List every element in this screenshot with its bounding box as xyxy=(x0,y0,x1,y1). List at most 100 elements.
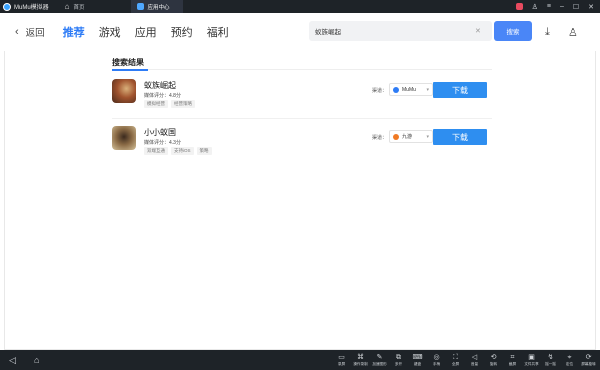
nav-bar: ‹ 返回 推荐 游戏 应用 预约 福利 ✕ 搜索 ⤓ ♙ xyxy=(0,13,600,51)
screen-rotate-icon: ⟳ xyxy=(585,353,592,361)
share-icon: ▣ xyxy=(528,353,535,361)
title-bar: MuMu模拟器 ⌂ 首页 应用中心 ♙ ≡ – ☐ ✕ xyxy=(0,0,600,13)
download-button[interactable]: 下载 xyxy=(433,129,487,145)
result-item[interactable]: 蚁族崛起 媒体评分：4.8分 模拟经营 经营策略 渠道： MuMu ▾ 下载 xyxy=(112,77,492,117)
tool-rotate[interactable]: ⟲ 旋转 xyxy=(484,354,503,367)
section-title-underline xyxy=(112,69,148,71)
back-label: 返回 xyxy=(25,28,45,39)
tool-macro[interactable]: ⌘ 操作录制 xyxy=(351,354,370,367)
tool-gamepad[interactable]: ◎ 手柄 xyxy=(427,354,446,367)
download-icon[interactable]: ⤓ xyxy=(545,26,550,39)
tool-label: 摇一摇 xyxy=(545,361,556,366)
tool-volume[interactable]: ◁ 音量 xyxy=(465,354,484,367)
location-icon: ⌖ xyxy=(567,353,572,361)
user-icon[interactable]: ♙ xyxy=(532,3,538,11)
search-button[interactable]: 搜索 xyxy=(494,21,532,41)
tool-label: 多开 xyxy=(394,361,403,366)
fullscreen-icon: ⛶ xyxy=(453,353,458,361)
tool-record[interactable]: ▭ 录屏 xyxy=(332,354,351,367)
tab-games[interactable]: 游戏 xyxy=(99,24,135,40)
tag: 经营策略 xyxy=(171,100,195,108)
tag: 策略 xyxy=(196,147,212,155)
search-box: ✕ xyxy=(309,21,492,41)
tool-label: 文件共享 xyxy=(524,361,539,366)
channel-select[interactable]: 九游 ▾ xyxy=(389,130,433,143)
tab-app-center-label: 应用中心 xyxy=(147,4,170,11)
app-tags: 双端互通 支持iOS 策略 xyxy=(144,147,212,155)
app-center-icon xyxy=(136,3,144,10)
tag: 支持iOS xyxy=(171,147,194,155)
tool-location[interactable]: ⌖ 定位 xyxy=(560,354,579,367)
menu-icon[interactable]: ≡ xyxy=(547,3,551,10)
app-tags: 模拟经营 经营策略 xyxy=(144,100,195,108)
tool-label: 定位 xyxy=(565,361,574,366)
app-icon[interactable] xyxy=(112,126,136,150)
jiuyou-channel-icon xyxy=(393,133,399,140)
gamepad-icon: ◎ xyxy=(433,353,440,361)
back-nav-icon[interactable]: ◁ xyxy=(9,355,25,366)
tool-label: 操作录制 xyxy=(353,361,368,366)
download-button[interactable]: 下载 xyxy=(433,82,487,98)
tab-home[interactable]: ⌂ 首页 xyxy=(59,0,91,13)
back-button[interactable]: ‹ 返回 xyxy=(15,25,45,39)
app-rating: 媒体评分：4.3分 xyxy=(144,140,181,146)
tool-label: 屏幕旋转 xyxy=(581,361,596,366)
gift-icon[interactable] xyxy=(515,3,523,10)
tool-keyboard[interactable]: ⌨ 键盘 xyxy=(408,354,427,367)
app-icon[interactable] xyxy=(112,79,136,103)
section-divider xyxy=(112,69,492,70)
app-name[interactable]: 小小蚁国 xyxy=(144,127,176,138)
tool-list: ▭ 录屏 ⌘ 操作录制 ✎ 加速图形 ⧉ 多开 ⌨ 键盘 ◎ 手柄 ⛶ 全屏 ◁ 音量 ⟲ 旋转 ⌗ 截屏 ▣ 文件共享 ↯… xyxy=(332,354,600,367)
tool-multi[interactable]: ⧉ 多开 xyxy=(389,354,408,367)
mumu-channel-icon xyxy=(393,86,399,93)
boost-icon: ✎ xyxy=(376,353,383,361)
app-name[interactable]: 蚁族崛起 xyxy=(144,80,176,91)
row-divider xyxy=(112,118,492,119)
tab-reserve[interactable]: 预约 xyxy=(171,24,207,40)
minimize-icon[interactable]: – xyxy=(560,3,564,10)
clear-icon[interactable]: ✕ xyxy=(475,27,481,35)
tool-label: 加速图形 xyxy=(372,361,387,366)
chevron-down-icon: ▾ xyxy=(426,86,429,93)
app-rating: 媒体评分：4.8分 xyxy=(144,93,181,99)
close-icon[interactable]: ✕ xyxy=(588,3,594,11)
shake-icon: ↯ xyxy=(547,353,554,361)
tool-shake[interactable]: ↯ 摇一摇 xyxy=(541,354,560,367)
home-nav-icon[interactable]: ⌂ xyxy=(34,355,50,365)
channel-select[interactable]: MuMu ▾ xyxy=(389,83,433,96)
rotate-icon: ⟲ xyxy=(490,353,497,361)
tab-recommend[interactable]: 推荐 xyxy=(63,24,99,40)
channel-label: 渠道： xyxy=(372,135,388,141)
screenshot-icon: ⌗ xyxy=(510,353,515,361)
volume-icon: ◁ xyxy=(471,353,478,361)
app-title: MuMu模拟器 xyxy=(14,5,49,11)
tab-apps[interactable]: 应用 xyxy=(135,24,171,40)
result-item[interactable]: 小小蚁国 媒体评分：4.3分 双端互通 支持iOS 策略 渠道： 九游 ▾ 下载 xyxy=(112,124,492,164)
channel-label: 渠道： xyxy=(372,88,388,94)
user-icon[interactable]: ♙ xyxy=(568,26,578,39)
macro-icon: ⌘ xyxy=(357,353,364,361)
keyboard-icon: ⌨ xyxy=(412,353,423,361)
tool-label: 旋转 xyxy=(489,361,498,366)
nav-tabs: 推荐 游戏 应用 预约 福利 xyxy=(63,24,243,40)
maximize-icon[interactable]: ☐ xyxy=(573,3,579,11)
tab-home-label: 首页 xyxy=(73,4,85,11)
search-input[interactable] xyxy=(315,27,475,35)
multi-icon: ⧉ xyxy=(396,353,401,361)
tool-screenshot[interactable]: ⌗ 截屏 xyxy=(503,354,522,367)
tool-label: 截屏 xyxy=(508,361,517,366)
home-icon: ⌂ xyxy=(64,2,70,11)
bottom-toolbar: ◁ ⌂ ▭ 录屏 ⌘ 操作录制 ✎ 加速图形 ⧉ 多开 ⌨ 键盘 ◎ 手柄 ⛶ 全屏 ◁ 音量 ⟲ 旋转 ⌗ 截屏 ▣ 文… xyxy=(0,350,600,370)
chevron-left-icon: ‹ xyxy=(15,26,19,38)
tool-fullscreen[interactable]: ⛶ 全屏 xyxy=(446,354,465,367)
mumu-logo-icon xyxy=(3,2,11,11)
tab-welfare[interactable]: 福利 xyxy=(207,24,243,40)
tool-label: 键盘 xyxy=(413,361,422,366)
tool-boost[interactable]: ✎ 加速图形 xyxy=(370,354,389,367)
record-icon: ▭ xyxy=(338,353,345,361)
tool-label: 音量 xyxy=(470,361,479,366)
tool-screen-rotate[interactable]: ⟳ 屏幕旋转 xyxy=(579,354,598,367)
tag: 模拟经营 xyxy=(144,100,168,108)
tool-share[interactable]: ▣ 文件共享 xyxy=(522,354,541,367)
tab-app-center[interactable]: 应用中心 xyxy=(130,0,183,13)
